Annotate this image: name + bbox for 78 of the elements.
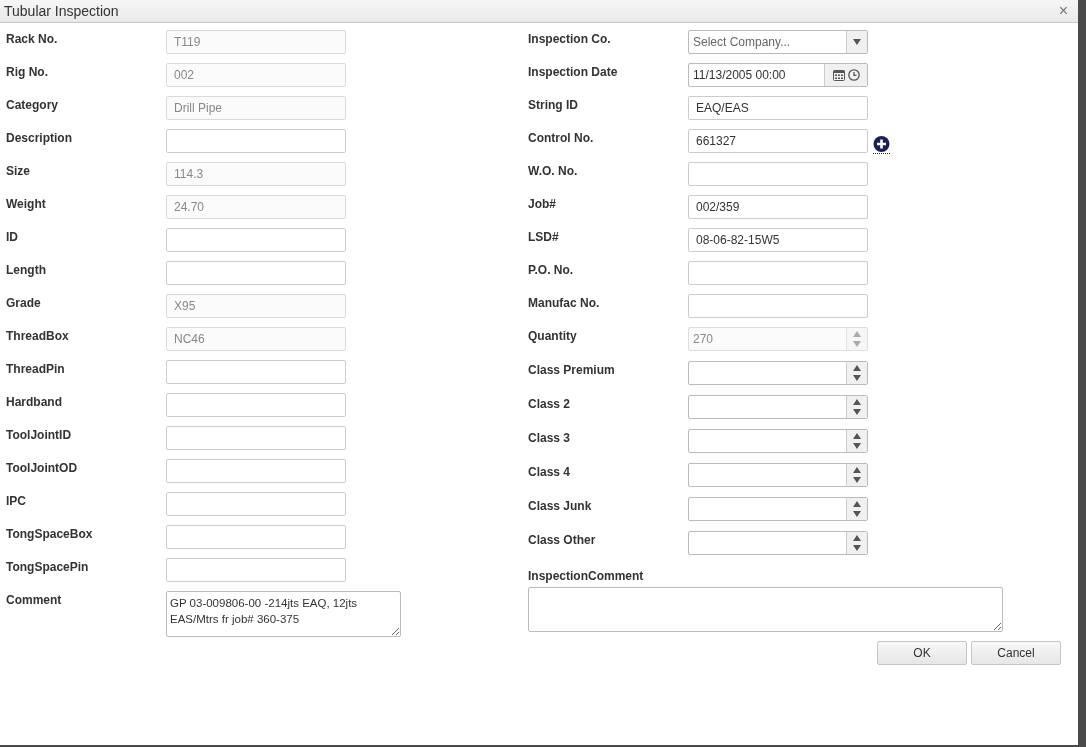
increment-arrow-icon[interactable] <box>853 467 861 473</box>
decrement-arrow-icon[interactable] <box>853 443 861 449</box>
field-label: Class 3 <box>528 430 572 445</box>
field-label: W.O. No. <box>528 163 579 178</box>
field-label: Rig No. <box>6 64 49 79</box>
field-label: Inspection Co. <box>528 31 612 46</box>
field-label: ToolJointID <box>6 427 73 442</box>
field-label: Job# <box>528 196 557 211</box>
input-field[interactable] <box>166 360 346 384</box>
field-label: Description <box>6 130 73 145</box>
field-label: Class Other <box>528 532 597 547</box>
comment-field[interactable]: GP 03-009806-00 -214jts EAQ, 12jts EAS/Mtrs fr job# 360-375 <box>166 591 401 637</box>
field-label: ID <box>6 229 19 244</box>
field-label: Comment <box>6 592 63 607</box>
input-field[interactable]: EAQ/EAS <box>688 96 868 120</box>
company-select-input[interactable]: Select Company... <box>689 31 846 53</box>
input-field[interactable] <box>166 492 346 516</box>
input-field[interactable] <box>688 294 868 318</box>
field-label: ToolJointOD <box>6 460 79 475</box>
field-label: Class 4 <box>528 464 572 479</box>
input-field[interactable] <box>166 558 346 582</box>
input-field[interactable] <box>166 261 346 285</box>
add-circle-icon[interactable] <box>872 135 891 154</box>
window-title: Tubular Inspection <box>4 3 119 19</box>
date-time-field[interactable]: 11/13/2005 00:00 <box>688 63 868 87</box>
increment-arrow-icon[interactable] <box>853 501 861 507</box>
field-label: InspectionComment <box>528 568 645 583</box>
input-field[interactable]: 002/359 <box>688 195 868 219</box>
field-label: Category <box>6 97 59 112</box>
increment-arrow-icon[interactable] <box>853 365 861 371</box>
field-label: Class Junk <box>528 498 593 513</box>
date-input[interactable]: 11/13/2005 00:00 <box>689 64 824 86</box>
field-label: TongSpacePin <box>6 559 90 574</box>
input-field[interactable] <box>166 393 346 417</box>
decrement-arrow-icon[interactable] <box>853 477 861 483</box>
decrement-arrow-icon[interactable] <box>853 375 861 381</box>
dropdown-caret-icon <box>853 39 861 45</box>
field-label: Quantity <box>528 328 578 343</box>
input-field[interactable] <box>166 426 346 450</box>
input-field[interactable] <box>166 525 346 549</box>
close-button[interactable]: × <box>1054 3 1072 19</box>
increment-arrow-icon[interactable] <box>853 433 861 439</box>
input-field[interactable] <box>166 129 346 153</box>
field-label: Control No. <box>528 130 595 145</box>
input-field[interactable] <box>688 162 868 186</box>
input-field[interactable] <box>166 228 346 252</box>
input-field[interactable]: 08-06-82-15W5 <box>688 228 868 252</box>
ok-button[interactable]: OK <box>877 641 967 665</box>
field-label: Rack No. <box>6 31 59 46</box>
field-label: Size <box>6 163 31 178</box>
decrement-arrow-icon[interactable] <box>853 511 861 517</box>
company-dropdown[interactable]: Select Company... <box>688 30 868 54</box>
decrement-arrow-icon[interactable] <box>853 409 861 415</box>
field-label: TongSpaceBox <box>6 526 94 541</box>
field-label: ThreadPin <box>6 361 66 376</box>
increment-arrow-icon[interactable] <box>853 535 861 541</box>
clock-icon[interactable] <box>847 69 860 81</box>
input-field[interactable] <box>166 459 346 483</box>
field-label: IPC <box>6 493 27 508</box>
increment-arrow-icon[interactable] <box>853 399 861 405</box>
field-label: LSD# <box>528 229 560 244</box>
input-field[interactable]: 661327 <box>688 129 868 153</box>
field-label: Class 2 <box>528 396 572 411</box>
field-label: Length <box>6 262 47 277</box>
field-label: Inspection Date <box>528 64 619 79</box>
calendar-icon[interactable] <box>832 69 845 81</box>
decrement-arrow-icon[interactable] <box>853 545 861 551</box>
field-label: ThreadBox <box>6 328 70 343</box>
field-label: Hardband <box>6 394 63 409</box>
field-label: Class Premium <box>528 362 616 377</box>
inspection-comment-field[interactable] <box>528 587 1003 632</box>
cancel-button[interactable]: Cancel <box>971 641 1061 665</box>
field-label: Manufac No. <box>528 295 601 310</box>
input-field[interactable] <box>688 261 868 285</box>
field-label: String ID <box>528 97 579 112</box>
field-label: Grade <box>6 295 42 310</box>
field-label: P.O. No. <box>528 262 575 277</box>
field-label: Weight <box>6 196 47 211</box>
